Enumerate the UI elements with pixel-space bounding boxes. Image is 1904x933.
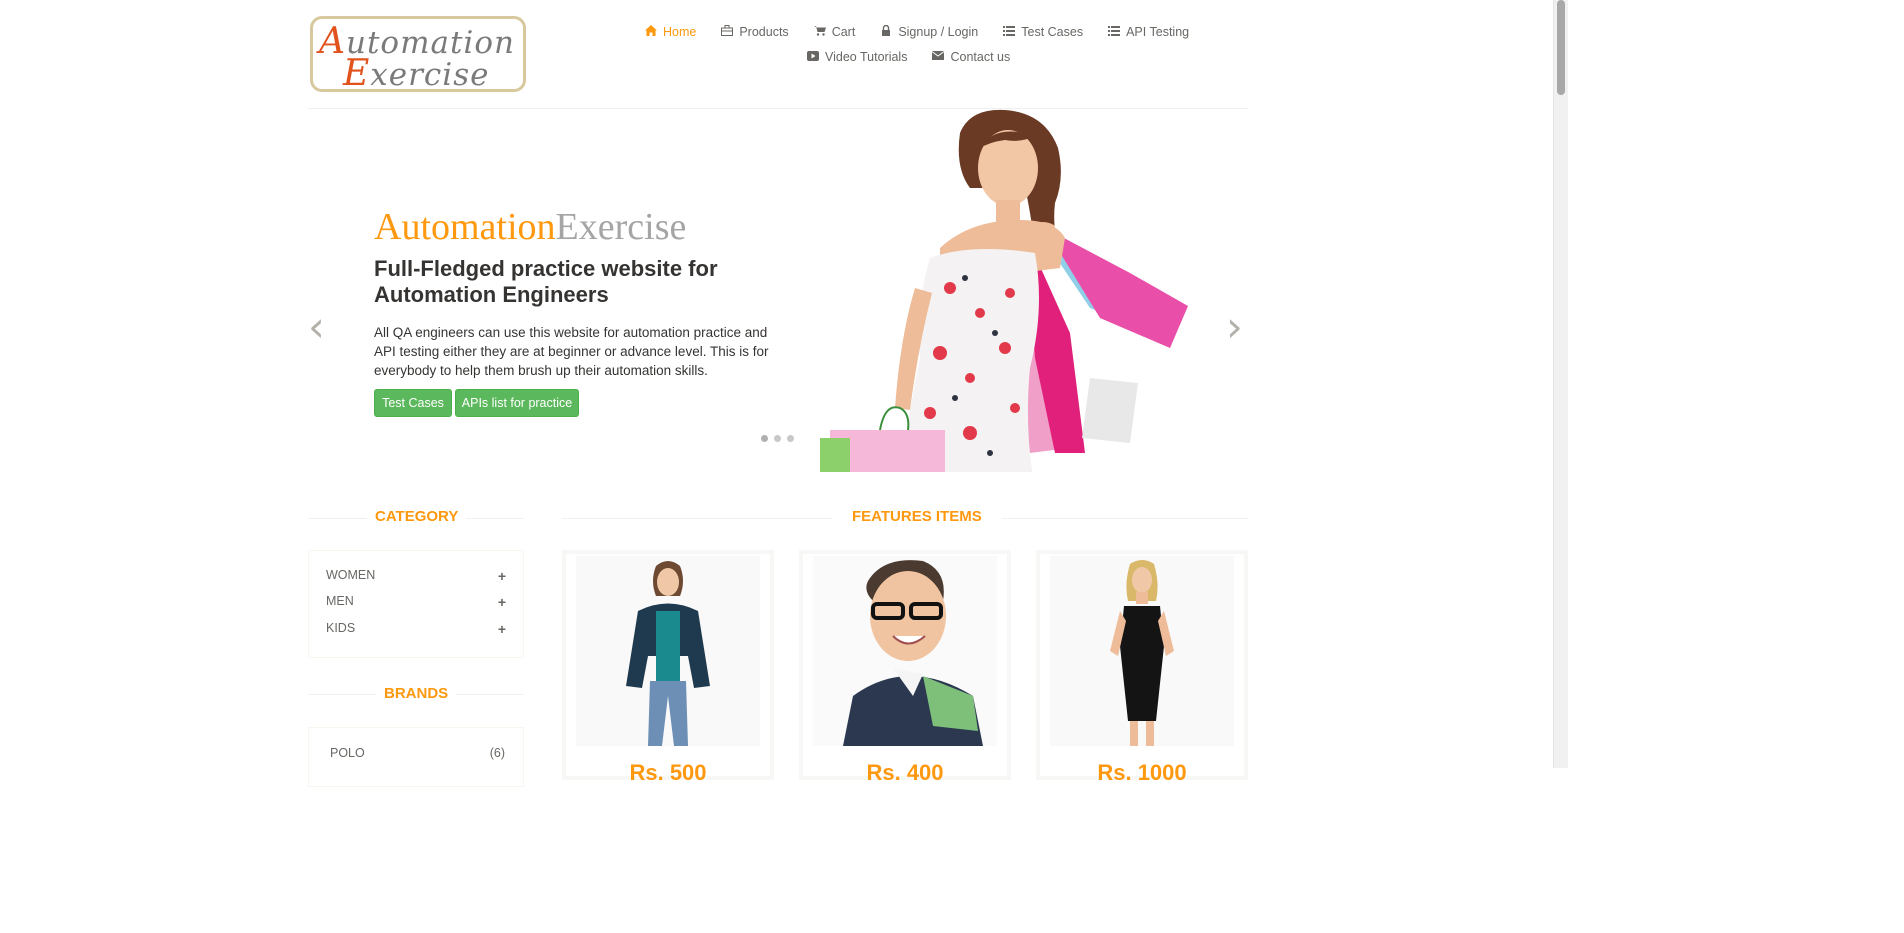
product-card: Rs. 500 [562,550,774,785]
slider-heading: AutomationExercise [374,205,686,249]
product-image-woman-black-dress[interactable] [1050,556,1234,746]
category-kids[interactable]: KIDS + [326,621,506,637]
nav-signup-login[interactable]: Signup / Login [880,24,979,39]
brand-polo-count: (6) [489,746,505,760]
slider-description: All QA engineers can use this website fo… [374,325,769,378]
nav-products-label: Products [739,25,789,39]
nav-test-cases-label: Test Cases [1021,25,1084,39]
nav-cart[interactable]: Cart [813,25,856,39]
slider-dot-3[interactable] [787,435,794,442]
nav-video-tutorials[interactable]: Video Tutorials [807,50,907,64]
slider-dot-1[interactable] [761,435,768,442]
category-kids-label: KIDS [326,621,356,635]
plus-icon[interactable]: + [498,621,506,637]
product-price: Rs. 500 [629,760,707,785]
lock-icon [880,24,892,39]
brand-polo[interactable]: POLO (6) [330,746,505,760]
category-men[interactable]: MEN + [326,594,506,610]
cart-icon [813,25,826,39]
briefcase-icon [721,25,734,39]
slider-prev-arrow[interactable]: ‹ [308,305,325,349]
logo-cap-a: A [319,21,346,62]
main-nav-row-2: Video Tutorials Contact us [807,50,1035,64]
brand-polo-label: POLO [330,746,365,760]
product-image-man-polo[interactable] [813,556,997,746]
brands-title: Brands [376,685,457,702]
plus-icon[interactable]: + [498,568,506,584]
nav-home-label: Home [663,25,697,39]
slider-subheading: Full-Fledged practice website for Automa… [374,256,718,307]
list-icon [1003,25,1016,39]
scrollbar-thumb[interactable] [1557,0,1565,95]
site-logo[interactable]: Automation Exercise [310,16,526,92]
slider-heading-automation: Automation [374,206,556,248]
product-card: Rs. 400 [799,550,1011,785]
nav-test-cases[interactable]: Test Cases [1003,25,1083,39]
category-panel: WOMEN + MEN + KIDS + [308,550,524,658]
youtube-play-icon [807,50,819,64]
nav-api-testing-label: API Testing [1126,25,1190,39]
product-card: Rs. 1000 [1036,550,1248,785]
nav-video-tutorials-label: Video Tutorials [825,50,908,64]
slider-heading-exercise: Exercise [555,206,687,248]
list-icon [1108,25,1121,39]
envelope-icon [932,51,945,63]
brands-panel: POLO (6) [308,727,524,787]
product-image-woman-cardigan[interactable] [576,556,760,746]
logo-cap-e: E [343,53,371,92]
slider-dot-2[interactable] [774,435,781,442]
nav-home[interactable]: Home [645,25,696,39]
slider-indicators [761,435,794,442]
category-title: Category [367,508,467,525]
nav-signup-login-label: Signup / Login [898,25,979,39]
product-price: Rs. 400 [866,760,944,785]
plus-icon[interactable]: + [498,594,506,610]
slider-next-arrow[interactable]: › [1226,305,1243,349]
main-nav-row-1: Home Products Cart Signup / Login Test C… [645,24,1214,39]
page-scrollbar[interactable] [1553,0,1568,768]
category-women-label: WOMEN [326,568,376,582]
nav-cart-label: Cart [831,25,856,39]
nav-api-testing[interactable]: API Testing [1108,25,1189,39]
nav-contact-us[interactable]: Contact us [932,50,1010,64]
apis-list-button[interactable]: APIs list for practice [455,389,579,417]
logo-text-e: xercise [370,57,490,92]
category-men-label: MEN [326,594,354,608]
home-icon [645,25,657,39]
category-women[interactable]: WOMEN + [326,568,506,584]
logo-line-2: Exercise [343,53,490,92]
features-items-title: Features Items [832,508,1002,525]
nav-products[interactable]: Products [721,25,789,39]
test-cases-button[interactable]: Test Cases [374,389,452,417]
product-price: Rs. 1000 [1097,760,1187,785]
nav-contact-us-label: Contact us [950,50,1011,64]
hero-shopping-woman-image [820,109,1188,472]
